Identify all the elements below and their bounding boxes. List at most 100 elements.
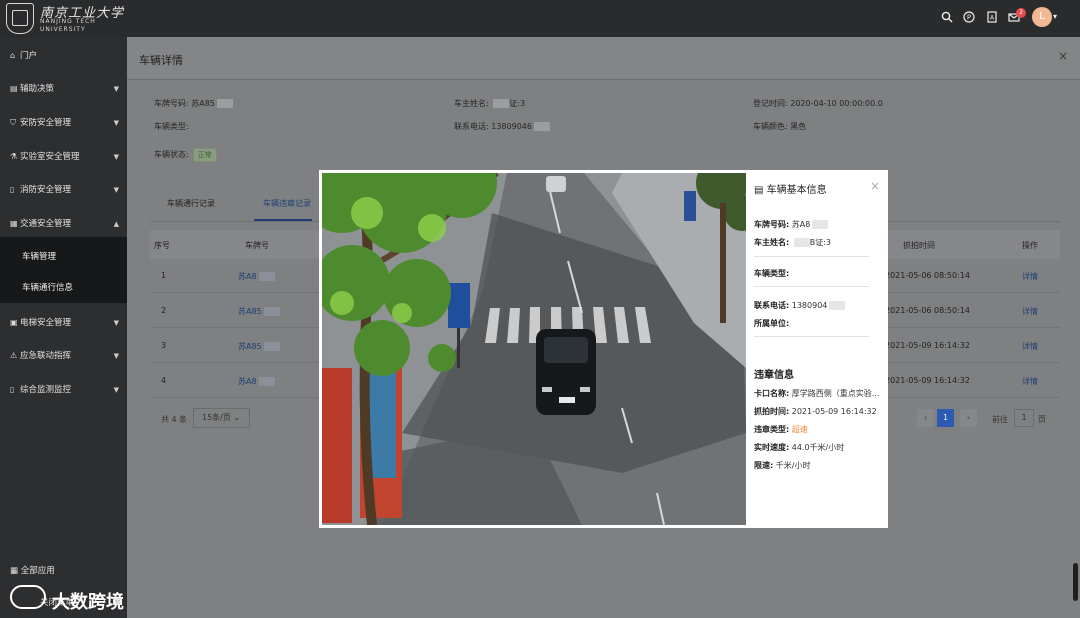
brand-name-en-2: UNIVERSITY (40, 26, 86, 33)
alert-icon: ⚠ (10, 351, 18, 360)
all-apps-label: 全部应用 (20, 566, 55, 576)
info-divider (754, 286, 869, 287)
detail-link[interactable]: 详情 (1022, 271, 1038, 282)
sidebar-item-label: 交通安全管理 (20, 219, 72, 229)
field-type: 车辆类型: (154, 121, 189, 132)
goto-page-input[interactable]: 1 (1014, 409, 1034, 427)
plate-text: 苏A8 (238, 272, 257, 281)
page-size-value: 15条/页 (202, 413, 231, 422)
sidebar-item-portal[interactable]: ⌂ 门户 (0, 44, 127, 68)
panel-header: 车辆详情 × (127, 37, 1080, 80)
watermark-text: 大数跨境 (52, 592, 124, 613)
brand-name-en: NANJING TECH (40, 18, 96, 25)
sidebar-item-label: 安防安全管理 (20, 118, 72, 128)
page-size-select[interactable]: 15条/页 ⌄ (193, 408, 250, 428)
tab-passage-records[interactable]: 车辆通行记录 (167, 198, 215, 209)
field-register-time: 登记时间: 2020-04-10 00:00:00.0 (753, 98, 883, 109)
sidebar-item-lab[interactable]: ⚗ 实验室安全管理 ▼ (0, 145, 127, 169)
info-unit: 所属单位: (754, 318, 789, 329)
table-cell-time: 2021-05-09 16:14:32 (885, 376, 970, 385)
field-value: 证:3 (509, 99, 526, 108)
submenu-vehicle-management[interactable]: 车辆管理 (22, 250, 56, 262)
table-cell-time: 2021-05-09 16:14:32 (885, 341, 970, 350)
info-violation-type: 违章类型: 超速 (754, 424, 808, 435)
info-value: B证:3 (809, 238, 832, 247)
table-cell-index: 2 (161, 306, 167, 315)
info-value: 2021-05-09 16:14:32 (791, 407, 877, 416)
chevron-down-icon: ▼ (113, 352, 119, 360)
field-value: 13809046 (491, 122, 532, 131)
help-icon[interactable]: P (962, 11, 975, 24)
sidebar-item-label: 应急联动指挥 (20, 351, 72, 361)
detail-link[interactable]: 详情 (1022, 376, 1038, 387)
apps-grid-icon: ▦ (10, 566, 21, 576)
close-icon[interactable]: × (870, 179, 880, 193)
info-label: 实时速度: (754, 443, 790, 452)
field-phone: 联系电话: 13809046 (454, 121, 550, 132)
table-cell-index: 1 (161, 271, 167, 280)
next-page-button[interactable]: › (960, 409, 977, 427)
table-cell-plate[interactable]: 苏A85 (238, 341, 280, 352)
search-icon[interactable] (940, 11, 953, 24)
chevron-down-icon: ▼ (113, 85, 119, 93)
chevron-down-icon: ▼ (113, 319, 119, 327)
page-button-current[interactable]: 1 (937, 409, 954, 427)
all-apps-button[interactable]: ▦ 全部应用 (10, 564, 55, 576)
submenu-background (0, 237, 127, 303)
pagination-total: 共 4 条 (161, 415, 188, 424)
sidebar-item-traffic[interactable]: ▦ 交通安全管理 ▲ (0, 212, 127, 236)
chevron-down-icon: ▼ (113, 186, 119, 194)
column-header-action: 操作 (1022, 241, 1038, 250)
notification-badge: 2 (1016, 8, 1026, 18)
close-icon[interactable]: × (1058, 49, 1068, 63)
sidebar-item-label: 门户 (20, 51, 38, 61)
document-icon[interactable]: A (985, 11, 998, 24)
detail-link[interactable]: 详情 (1022, 341, 1038, 352)
info-value: 44.0千米/小时 (791, 443, 845, 452)
info-speed: 实时速度: 44.0千米/小时 (754, 442, 844, 453)
grid-icon: ▦ (10, 219, 18, 228)
sidebar-item-security[interactable]: ⛉ 安防安全管理 ▼ (0, 111, 127, 135)
sidebar: ⌂ 门户 ▤ 辅助决策 ▼ ⛉ 安防安全管理 ▼ ⚗ 实验室安全管理 ▼ ▯ 消防安全管理 ▼ ▦… (0, 37, 127, 618)
panel-title: 车辆详情 (139, 54, 183, 67)
sidebar-item-monitoring[interactable]: ▯ 综合监测监控 ▼ (0, 378, 127, 402)
sidebar-item-elevator[interactable]: ▣ 电梯安全管理 ▼ (0, 311, 127, 335)
detail-link[interactable]: 详情 (1022, 306, 1038, 317)
table-cell-plate[interactable]: 苏A85 (238, 306, 280, 317)
field-label: 车主姓名: (454, 99, 489, 108)
info-divider (754, 336, 869, 337)
prev-page-button[interactable]: ‹ (917, 409, 934, 427)
goto-label: 前往 (992, 415, 1008, 424)
caret-down-icon[interactable]: ▾ (1053, 12, 1057, 21)
info-label: 违章类型: (754, 425, 790, 434)
table-cell-index: 4 (161, 376, 167, 385)
info-label: 限速: (754, 461, 774, 470)
info-phone: 联系电话: 1380904 (754, 300, 846, 311)
page-scrollbar[interactable] (1073, 563, 1078, 601)
basic-info-title: ▤ 车辆基本信息 (754, 181, 827, 196)
table-cell-plate[interactable]: 苏A8 (238, 271, 275, 282)
sidebar-item-label: 电梯安全管理 (20, 318, 72, 328)
sidebar-item-fire[interactable]: ▯ 消防安全管理 ▼ (0, 178, 127, 202)
fire-icon: ▯ (10, 185, 15, 194)
chevron-up-icon: ▲ (113, 220, 119, 228)
capture-photo (322, 173, 746, 525)
field-plate: 车牌号码: 苏A85 (154, 98, 233, 109)
table-cell-time: 2021-05-06 08:50:14 (885, 306, 970, 315)
tab-violation-records[interactable]: 车辆违章记录 (263, 198, 311, 209)
field-label: 车辆状态: (154, 150, 189, 159)
info-divider (754, 256, 869, 257)
goto-page-suffix: 页 (1038, 415, 1046, 424)
info-gate: 卡口名称: 厚学路西侧（重点实验... (754, 388, 879, 399)
user-avatar[interactable]: L (1032, 7, 1052, 27)
info-value: 厚学路西侧（重点实验... (791, 389, 880, 398)
sidebar-item-label: 消防安全管理 (20, 185, 72, 195)
sidebar-item-label: 综合监测监控 (20, 385, 72, 395)
sidebar-item-decision[interactable]: ▤ 辅助决策 ▼ (0, 77, 127, 101)
chevron-down-icon: ⌄ (233, 413, 241, 422)
table-cell-plate[interactable]: 苏A8 (238, 376, 275, 387)
sidebar-item-emergency[interactable]: ⚠ 应急联动指挥 ▼ (0, 344, 127, 368)
info-plate: 车牌号码: 苏A8 (754, 219, 829, 230)
submenu-vehicle-passage[interactable]: 车辆通行信息 (22, 281, 73, 293)
sidebar-item-label: 实验室安全管理 (20, 152, 80, 162)
